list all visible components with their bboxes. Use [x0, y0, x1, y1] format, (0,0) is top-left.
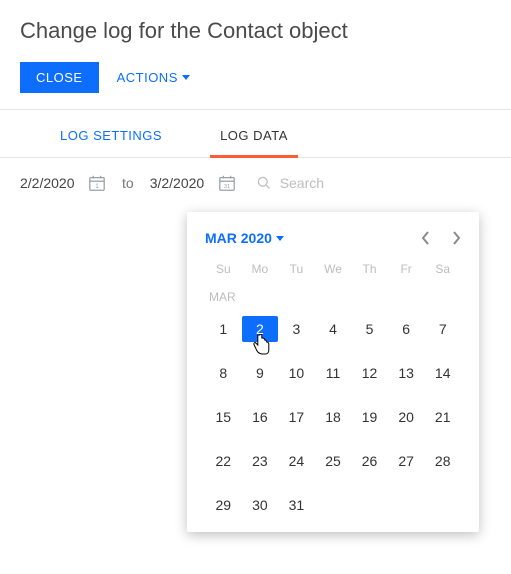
- calendar-day[interactable]: 4: [315, 316, 352, 342]
- date-to-value: 3/2/2020: [150, 175, 212, 191]
- calendar-day[interactable]: 20: [388, 404, 425, 430]
- calendar-day[interactable]: 7: [424, 316, 461, 342]
- svg-text:1: 1: [95, 183, 99, 190]
- actions-menu[interactable]: ACTIONS: [117, 70, 190, 85]
- datepicker-popup: MAR 2020 SuMoTuWeThFrSa MAR 123456789101…: [187, 212, 479, 532]
- svg-text:31: 31: [224, 184, 230, 190]
- calendar-day[interactable]: 3: [278, 316, 315, 342]
- calendar-day[interactable]: 18: [315, 404, 352, 430]
- calendar-day[interactable]: 8: [205, 360, 242, 386]
- calendar-day[interactable]: 5: [351, 316, 388, 342]
- calendar-day[interactable]: 19: [351, 404, 388, 430]
- calendar-day[interactable]: 6: [388, 316, 425, 342]
- prev-month-button[interactable]: [421, 231, 431, 245]
- dow-cell: Fr: [388, 262, 425, 276]
- close-button[interactable]: CLOSE: [20, 62, 99, 93]
- date-from-value: 2/2/2020: [20, 175, 82, 191]
- dow-cell: Su: [205, 262, 242, 276]
- dow-cell: Tu: [278, 262, 315, 276]
- search-input[interactable]: [280, 175, 380, 191]
- calendar-day[interactable]: 12: [351, 360, 388, 386]
- calendar-day[interactable]: 29: [205, 492, 242, 518]
- calendar-day[interactable]: 30: [242, 492, 279, 518]
- calendar-day[interactable]: 28: [424, 448, 461, 474]
- calendar-to-icon[interactable]: 31: [218, 174, 236, 192]
- date-to-field[interactable]: 3/2/2020 31: [150, 174, 236, 192]
- day-of-week-header: SuMoTuWeThFrSa: [205, 262, 461, 276]
- dow-cell: Sa: [424, 262, 461, 276]
- month-section-label: MAR: [209, 290, 461, 304]
- dow-cell: We: [315, 262, 352, 276]
- date-from-field[interactable]: 2/2/2020 1: [20, 174, 106, 192]
- calendar-grid: 1234567891011121314151617181920212223242…: [205, 316, 461, 518]
- calendar-day[interactable]: 14: [424, 360, 461, 386]
- calendar-day[interactable]: 17: [278, 404, 315, 430]
- tab-log-settings[interactable]: LOG SETTINGS: [50, 128, 172, 158]
- chevron-down-icon: [276, 236, 284, 241]
- month-year-selector[interactable]: MAR 2020: [205, 230, 284, 246]
- calendar-day[interactable]: 23: [242, 448, 279, 474]
- calendar-day[interactable]: 11: [315, 360, 352, 386]
- calendar-day[interactable]: 21: [424, 404, 461, 430]
- month-year-label: MAR 2020: [205, 230, 272, 246]
- calendar-day[interactable]: 10: [278, 360, 315, 386]
- dow-cell: Mo: [242, 262, 279, 276]
- page-title: Change log for the Contact object: [20, 18, 491, 44]
- calendar-day[interactable]: 26: [351, 448, 388, 474]
- next-month-button[interactable]: [451, 231, 461, 245]
- calendar-day[interactable]: 25: [315, 448, 352, 474]
- chevron-down-icon: [182, 75, 190, 80]
- calendar-day[interactable]: 31: [278, 492, 315, 518]
- calendar-day[interactable]: 15: [205, 404, 242, 430]
- calendar-day[interactable]: 24: [278, 448, 315, 474]
- calendar-day[interactable]: 13: [388, 360, 425, 386]
- calendar-day[interactable]: 16: [242, 404, 279, 430]
- calendar-day[interactable]: 9: [242, 360, 279, 386]
- dow-cell: Th: [351, 262, 388, 276]
- calendar-from-icon[interactable]: 1: [88, 174, 106, 192]
- actions-label: ACTIONS: [117, 70, 178, 85]
- calendar-day[interactable]: 1: [205, 316, 242, 342]
- calendar-day[interactable]: 27: [388, 448, 425, 474]
- search-icon: [256, 175, 272, 191]
- tab-log-data[interactable]: LOG DATA: [210, 128, 298, 158]
- calendar-day[interactable]: 22: [205, 448, 242, 474]
- calendar-day[interactable]: 2: [242, 316, 279, 342]
- to-label: to: [116, 175, 140, 191]
